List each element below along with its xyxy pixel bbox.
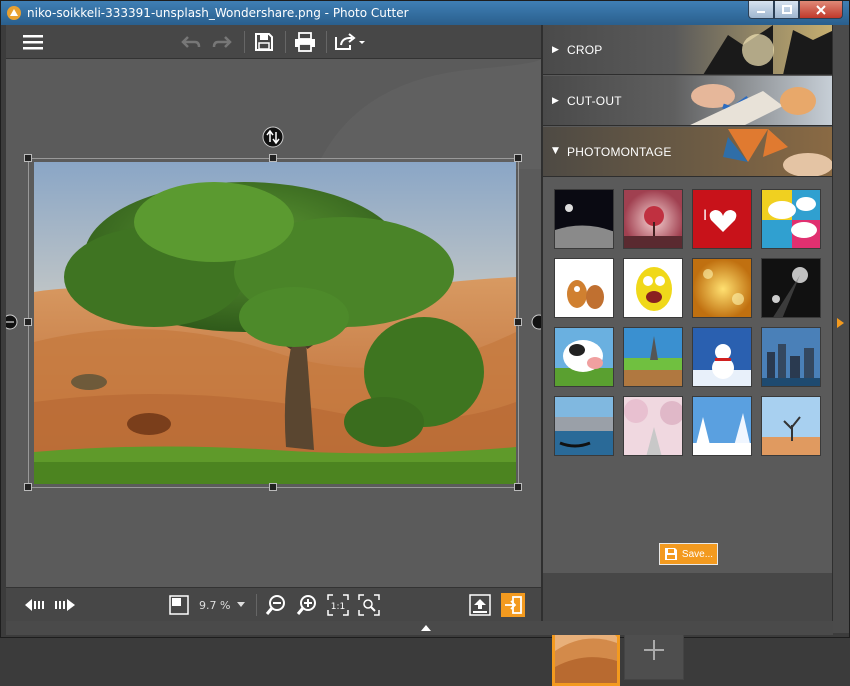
top-toolbar bbox=[6, 25, 541, 59]
editing-canvas[interactable] bbox=[6, 59, 541, 587]
thumb-yellow-monster[interactable] bbox=[623, 258, 683, 318]
chevron-up-icon[interactable] bbox=[421, 624, 431, 631]
status-bar bbox=[6, 621, 833, 635]
resize-handle-t[interactable] bbox=[269, 154, 277, 162]
window-title: niko-soikkeli-333391-unsplash_Wondershar… bbox=[27, 6, 409, 20]
thumb-red-heart-grunge[interactable]: I bbox=[692, 189, 752, 249]
thumb-snowman[interactable] bbox=[692, 327, 752, 387]
section-label-crop: CROP bbox=[567, 43, 603, 57]
svg-text:I: I bbox=[703, 208, 707, 224]
zoom-out-icon[interactable] bbox=[265, 594, 287, 616]
thumb-golden-bokeh[interactable] bbox=[692, 258, 752, 318]
right-panel: ▶ CROP ▶ CUT-OUT ▼ PHOTOMONTAGE I Save..… bbox=[541, 25, 834, 686]
next-icon[interactable] bbox=[54, 597, 76, 613]
thumb-venice-gondolas[interactable] bbox=[554, 396, 614, 456]
plus-icon bbox=[644, 640, 664, 660]
fit-window-icon[interactable] bbox=[358, 594, 380, 616]
minimize-button[interactable] bbox=[748, 1, 774, 19]
close-button[interactable] bbox=[799, 1, 843, 19]
resize-handle-br[interactable] bbox=[514, 483, 522, 491]
thumb-snowy-forest[interactable] bbox=[692, 396, 752, 456]
zoom-value: 9.7 % bbox=[199, 599, 231, 612]
save-button-label: Save... bbox=[681, 548, 714, 560]
background-watermark bbox=[316, 59, 541, 169]
save-icon bbox=[664, 548, 677, 560]
resize-handle-tr[interactable] bbox=[514, 154, 522, 162]
resize-handle-r[interactable] bbox=[514, 318, 522, 326]
resize-handle-b[interactable] bbox=[269, 483, 277, 491]
thumb-light-beams[interactable] bbox=[761, 258, 821, 318]
thumb-cherry-blossom-path[interactable] bbox=[623, 396, 683, 456]
export-icon[interactable] bbox=[334, 32, 368, 52]
accordion-crop[interactable]: ▶ CROP bbox=[543, 25, 834, 75]
app-window: niko-soikkeli-333391-unsplash_Wondershar… bbox=[0, 0, 850, 686]
move-left-icon[interactable] bbox=[6, 313, 18, 331]
redo-icon[interactable] bbox=[211, 32, 233, 52]
collapse-strip[interactable] bbox=[832, 25, 849, 633]
app-icon bbox=[7, 6, 21, 20]
actual-size-icon[interactable]: 1:1 bbox=[327, 594, 349, 616]
bottom-toolbar: 9.7 % 1:1 bbox=[6, 587, 541, 621]
thumb-cow-closeup[interactable] bbox=[554, 327, 614, 387]
exit-panel-icon[interactable] bbox=[501, 593, 525, 617]
accordion-photomontage[interactable]: ▼ PHOTOMONTAGE bbox=[543, 127, 834, 177]
move-right-icon[interactable] bbox=[529, 313, 541, 331]
expand-right-icon[interactable] bbox=[837, 318, 845, 328]
fit-size-icon[interactable] bbox=[169, 595, 189, 615]
section-label-cutout: CUT-OUT bbox=[567, 94, 622, 108]
save-button[interactable]: Save... bbox=[659, 543, 718, 565]
thumb-desert-dead-tree[interactable] bbox=[761, 396, 821, 456]
rotate-flip-icon[interactable] bbox=[262, 126, 284, 148]
thumb-city-skyline[interactable] bbox=[761, 327, 821, 387]
prev-icon[interactable] bbox=[24, 597, 46, 613]
resize-handle-l[interactable] bbox=[24, 318, 32, 326]
section-label-photomontage: PHOTOMONTAGE bbox=[567, 145, 672, 159]
thumb-comic-speech-bubbles[interactable] bbox=[761, 189, 821, 249]
thumb-moon-landscape[interactable] bbox=[554, 189, 614, 249]
save-icon[interactable] bbox=[253, 32, 275, 52]
panel-footer bbox=[541, 573, 832, 621]
thumb-heart-tree-sunset[interactable] bbox=[623, 189, 683, 249]
thumb-cartoon-cow-dog[interactable] bbox=[554, 258, 614, 318]
zoom-dropdown-icon[interactable] bbox=[237, 602, 245, 608]
thumb-eiffel-tower-deck[interactable] bbox=[623, 327, 683, 387]
undo-icon[interactable] bbox=[180, 32, 202, 52]
accordion-cutout[interactable]: ▶ CUT-OUT bbox=[543, 76, 834, 126]
chevron-down-icon: ▼ bbox=[552, 146, 559, 156]
title-bar: niko-soikkeli-333391-unsplash_Wondershar… bbox=[1, 1, 849, 25]
chevron-right-icon: ▶ bbox=[552, 45, 559, 55]
resize-handle-tl[interactable] bbox=[24, 154, 32, 162]
zoom-in-icon[interactable] bbox=[296, 594, 318, 616]
maximize-button[interactable] bbox=[774, 1, 799, 19]
upload-icon[interactable] bbox=[469, 594, 491, 616]
photo-image bbox=[34, 162, 516, 484]
svg-text:1:1: 1:1 bbox=[331, 602, 345, 612]
resize-handle-bl[interactable] bbox=[24, 483, 32, 491]
chevron-right-icon: ▶ bbox=[552, 96, 559, 106]
print-icon[interactable] bbox=[294, 32, 316, 52]
menu-icon[interactable] bbox=[22, 32, 44, 52]
